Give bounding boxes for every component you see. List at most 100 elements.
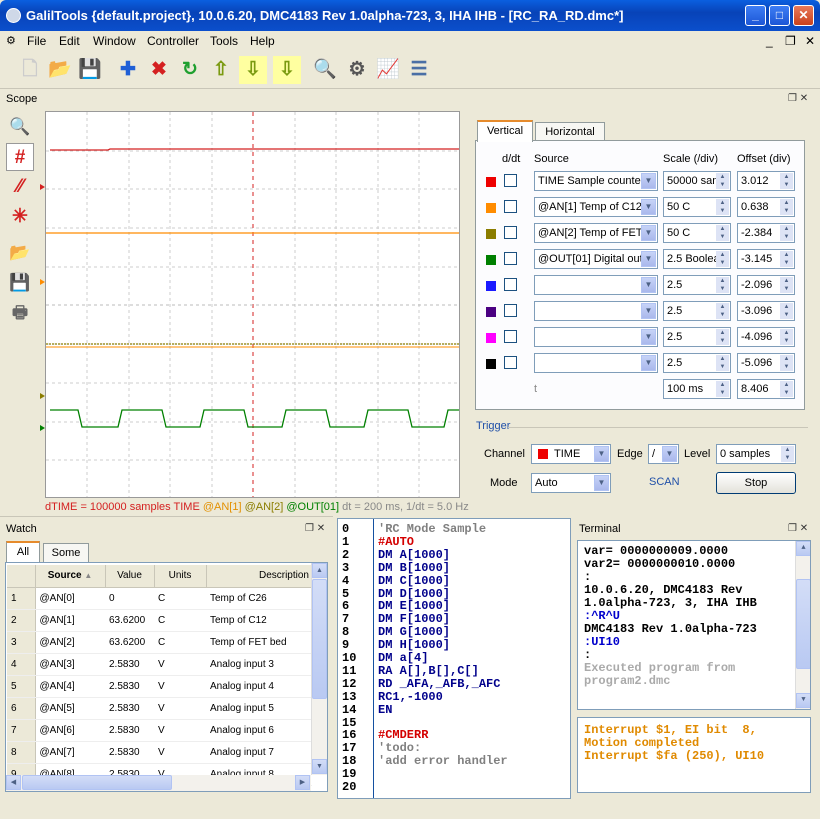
menu-edit[interactable]: Edit xyxy=(59,34,80,48)
delete-icon[interactable]: ✖ xyxy=(145,56,173,84)
spin-arrows-icon[interactable]: ▲ ▼ xyxy=(716,355,729,371)
table-row[interactable]: 7 @AN[6] 2.5830 V Analog input 6 xyxy=(7,719,312,742)
channel-source-select[interactable]: @AN[2] Temp of FET ▼ xyxy=(534,223,658,243)
chevron-down-icon[interactable]: ▼ xyxy=(641,225,656,241)
terminal-output[interactable]: var= 0000000009.0000 var2= 0000000010.000… xyxy=(577,540,811,710)
open-folder-icon[interactable]: 📂 xyxy=(46,56,74,84)
scroll-down-icon[interactable]: ▼ xyxy=(312,759,327,774)
spin-arrows-icon[interactable]: ▲ ▼ xyxy=(781,446,794,462)
chevron-down-icon[interactable]: ▼ xyxy=(641,355,656,371)
scroll-left-icon[interactable]: ◀ xyxy=(6,775,21,790)
scroll-up-icon[interactable]: ▲ xyxy=(796,541,810,556)
download-all-icon[interactable]: ⇩ xyxy=(273,56,301,84)
spin-arrows-icon[interactable]: ▲ ▼ xyxy=(780,355,793,371)
channel-source-select[interactable]: TIME Sample counter ▼ xyxy=(534,171,658,191)
scope-plot[interactable] xyxy=(45,111,460,498)
channel-source-select[interactable]: ▼ xyxy=(534,327,658,347)
ddt-checkbox[interactable] xyxy=(504,356,517,369)
code-editor[interactable]: 0 'RC Mode Sample 1 #AUTO 2 DM A[1000] 3 DM B[1… xyxy=(337,518,571,799)
mdi-minimize-button[interactable]: _ xyxy=(766,34,773,48)
channel-scale-spin[interactable]: 2.5 ▲ ▼ xyxy=(663,353,731,373)
channel-scale-spin[interactable]: 2.5 Boolea ▲ ▼ xyxy=(663,249,731,269)
hscroll-thumb[interactable] xyxy=(22,775,172,790)
spin-arrows-icon[interactable]: ▲ ▼ xyxy=(716,225,729,241)
table-row[interactable]: 5 @AN[4] 2.5830 V Analog input 4 xyxy=(7,675,312,698)
channel-offset-spin[interactable]: -4.096 ▲ ▼ xyxy=(737,327,795,347)
mdi-close-button[interactable]: ✕ xyxy=(805,34,815,48)
spin-arrows-icon[interactable]: ▲ ▼ xyxy=(780,303,793,319)
grid-icon[interactable]: # xyxy=(6,143,34,171)
channel-offset-spin[interactable]: 0.638 ▲ ▼ xyxy=(737,197,795,217)
line-icon[interactable]: ⁄⁄ xyxy=(6,173,34,201)
download-icon[interactable]: ⇩ xyxy=(239,56,267,84)
maximize-button[interactable]: □ xyxy=(769,5,790,26)
table-row[interactable]: 3 @AN[2] 63.6200 C Temp of FET bed xyxy=(7,631,312,654)
upload-icon[interactable]: ⇧ xyxy=(207,56,235,84)
col-units[interactable]: Units xyxy=(154,565,207,588)
spin-arrows-icon[interactable]: ▲ ▼ xyxy=(780,381,793,397)
tab-all[interactable]: All xyxy=(6,541,40,563)
scroll-up-icon[interactable]: ▲ xyxy=(312,563,327,578)
channel-scale-spin[interactable]: 2.5 ▲ ▼ xyxy=(663,275,731,295)
spin-arrows-icon[interactable]: ▲ ▼ xyxy=(780,329,793,345)
table-row[interactable]: 4 @AN[3] 2.5830 V Analog input 3 xyxy=(7,653,312,676)
menu-window[interactable]: Window xyxy=(93,34,136,48)
channel-offset-spin[interactable]: -2.096 ▲ ▼ xyxy=(737,275,795,295)
channel-source-select[interactable]: ▼ xyxy=(534,353,658,373)
open-folder-icon[interactable]: 📂 xyxy=(6,239,34,267)
chevron-down-icon[interactable]: ▼ xyxy=(641,277,656,293)
table-row[interactable]: 6 @AN[5] 2.5830 V Analog input 5 xyxy=(7,697,312,720)
spin-arrows-icon[interactable]: ▲ ▼ xyxy=(716,303,729,319)
t-scale-spin[interactable]: 100 ms ▲ ▼ xyxy=(663,379,731,399)
zoom-icon[interactable]: 🔍 xyxy=(311,56,339,84)
channel-source-select[interactable]: ▼ xyxy=(534,275,658,295)
channel-offset-spin[interactable]: -2.384 ▲ ▼ xyxy=(737,223,795,243)
spin-arrows-icon[interactable]: ▲ ▼ xyxy=(780,173,793,189)
watch-hscrollbar[interactable]: ◀ ▶ xyxy=(6,775,311,791)
new-file-icon[interactable]: 🗋 xyxy=(16,56,44,84)
table-row[interactable]: 1 @AN[0] 0 C Temp of C26 xyxy=(7,587,312,610)
save-icon[interactable]: 💾 xyxy=(6,269,34,297)
chevron-down-icon[interactable]: ▼ xyxy=(641,329,656,345)
chevron-down-icon[interactable]: ▼ xyxy=(662,446,677,462)
channel-offset-spin[interactable]: -5.096 ▲ ▼ xyxy=(737,353,795,373)
channel-source-select[interactable]: @OUT[01] Digital out ▼ xyxy=(534,249,658,269)
marker-icon[interactable]: ✳ xyxy=(6,203,34,231)
menu-help[interactable]: Help xyxy=(250,34,275,48)
stop-button[interactable]: Stop xyxy=(716,472,796,494)
channel-offset-spin[interactable]: -3.096 ▲ ▼ xyxy=(737,301,795,321)
spin-arrows-icon[interactable]: ▲ ▼ xyxy=(780,251,793,267)
spin-arrows-icon[interactable]: ▲ ▼ xyxy=(716,251,729,267)
chevron-down-icon[interactable]: ▼ xyxy=(641,303,656,319)
col-description[interactable]: Description xyxy=(206,565,312,588)
channel-scale-spin[interactable]: 50000 sam ▲ ▼ xyxy=(663,171,731,191)
scroll-right-icon[interactable]: ▶ xyxy=(295,775,310,790)
system-menu-icon[interactable]: ⚙ xyxy=(6,34,16,47)
minimize-button[interactable]: _ xyxy=(745,5,766,26)
menu-file[interactable]: File xyxy=(27,34,46,48)
ddt-checkbox[interactable] xyxy=(504,252,517,265)
scroll-down-icon[interactable]: ▼ xyxy=(796,693,810,708)
chevron-down-icon[interactable]: ▼ xyxy=(641,199,656,215)
menu-tools[interactable]: Tools xyxy=(210,34,238,48)
trigger-level-spin[interactable]: 0 samples ▲ ▼ xyxy=(716,444,796,464)
menu-controller[interactable]: Controller xyxy=(147,34,199,48)
ddt-checkbox[interactable] xyxy=(504,330,517,343)
channel-scale-spin[interactable]: 50 C ▲ ▼ xyxy=(663,223,731,243)
channel-scale-spin[interactable]: 2.5 ▲ ▼ xyxy=(663,301,731,321)
ddt-checkbox[interactable] xyxy=(504,174,517,187)
spin-arrows-icon[interactable]: ▲ ▼ xyxy=(716,173,729,189)
tab-vertical[interactable]: Vertical xyxy=(477,120,533,142)
terminal-vscrollbar[interactable]: ▲ ▼ xyxy=(795,541,810,709)
tab-some[interactable]: Some xyxy=(43,543,89,563)
close-button[interactable]: ✕ xyxy=(793,5,814,26)
spin-arrows-icon[interactable]: ▲ ▼ xyxy=(780,277,793,293)
channel-scale-spin[interactable]: 2.5 ▲ ▼ xyxy=(663,327,731,347)
scope-chart-icon[interactable]: 📈 xyxy=(374,56,402,84)
spin-arrows-icon[interactable]: ▲ ▼ xyxy=(716,199,729,215)
chevron-down-icon[interactable]: ▼ xyxy=(641,173,656,189)
tools-icon[interactable]: ⚙ xyxy=(343,56,371,84)
add-icon[interactable]: ✚ xyxy=(114,56,142,84)
spin-arrows-icon[interactable]: ▲ ▼ xyxy=(716,381,729,397)
channel-scale-spin[interactable]: 50 C ▲ ▼ xyxy=(663,197,731,217)
